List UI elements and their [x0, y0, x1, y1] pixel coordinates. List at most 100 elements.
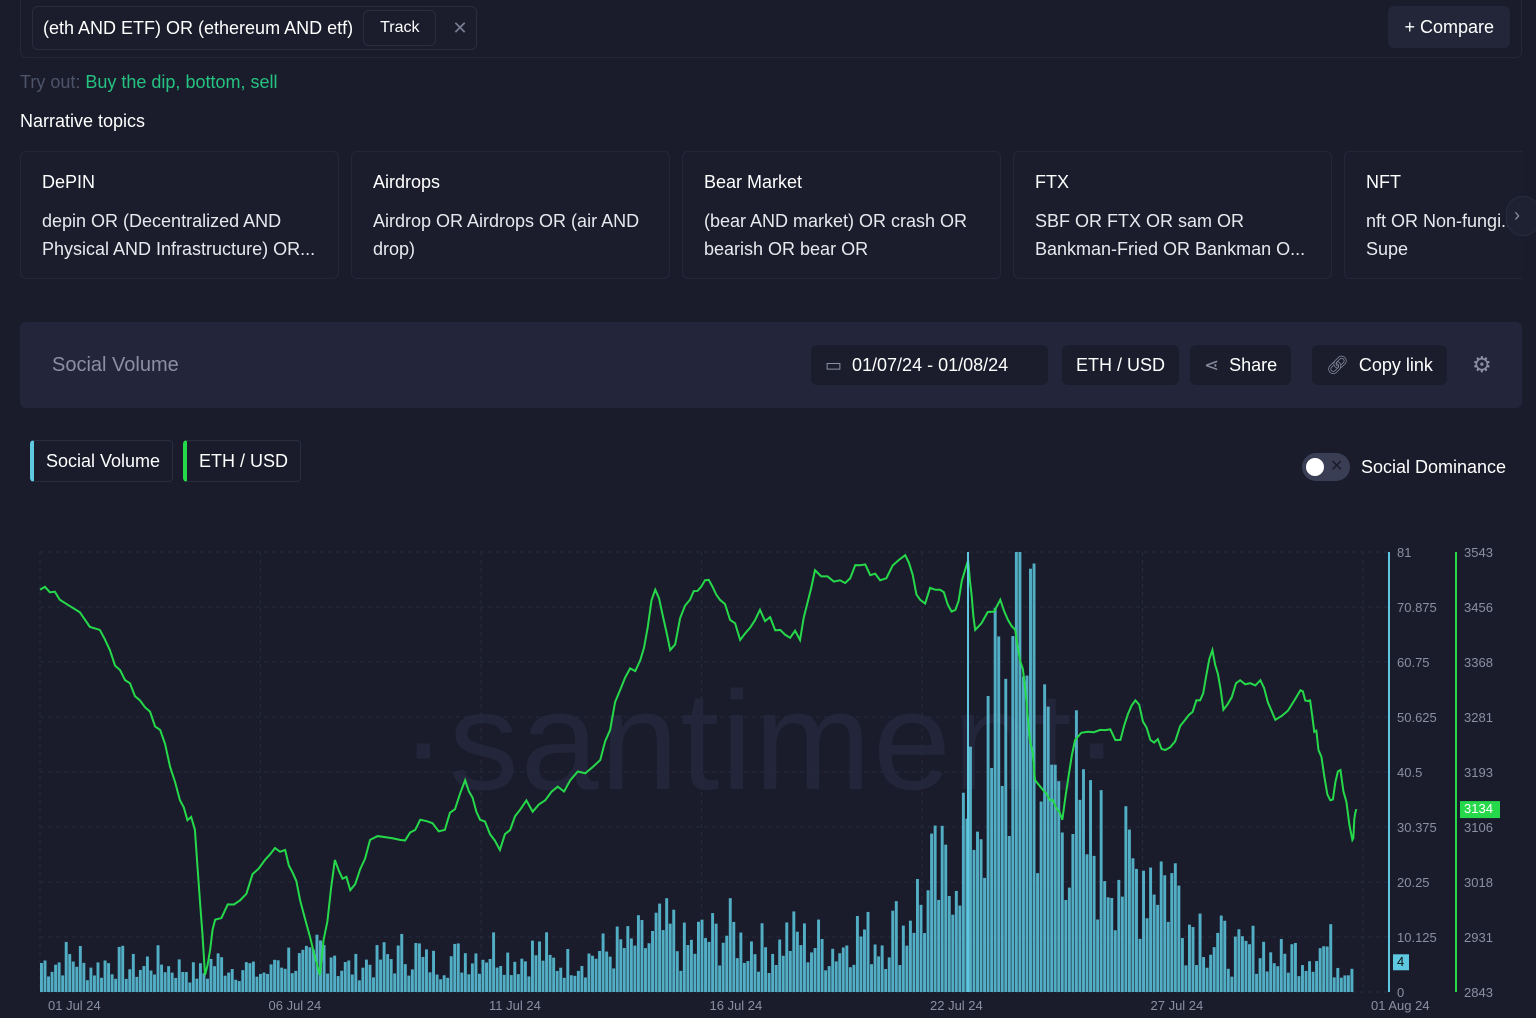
- volume-bar: [142, 966, 146, 992]
- volume-bar: [873, 944, 877, 992]
- volume-bar: [439, 979, 443, 992]
- volume-bar: [1046, 706, 1050, 992]
- volume-bar: [1244, 940, 1248, 992]
- volume-bar: [513, 961, 517, 992]
- volume-bar: [478, 973, 481, 992]
- volume-bar: [725, 935, 729, 992]
- volume-tick: 40.5: [1397, 765, 1423, 780]
- volume-bar: [340, 970, 344, 992]
- volume-bar: [997, 636, 1001, 992]
- volume-bar: [287, 947, 291, 992]
- volume-bar: [534, 955, 538, 992]
- volume-bar: [626, 926, 630, 992]
- volume-bar: [983, 877, 987, 992]
- volume-bar: [1170, 873, 1174, 992]
- volume-bar: [1248, 944, 1251, 992]
- volume-bar: [753, 954, 757, 992]
- volume-bar: [1106, 897, 1110, 992]
- volume-bar: [442, 975, 446, 992]
- volume-bar: [1198, 913, 1202, 992]
- volume-bar: [788, 951, 792, 992]
- volume-bar: [1251, 925, 1255, 992]
- price-tick: 3456: [1464, 600, 1493, 615]
- volume-bar: [40, 963, 43, 992]
- volume-bar: [866, 911, 870, 992]
- volume-bar: [1021, 676, 1025, 992]
- volume-bar: [926, 890, 930, 992]
- volume-bar: [644, 948, 647, 992]
- volume-bar: [163, 972, 167, 992]
- volume-bar: [206, 978, 209, 992]
- volume-bar: [1138, 938, 1142, 992]
- volume-bar: [930, 833, 934, 992]
- volume-bar: [47, 976, 50, 992]
- volume-bar: [764, 947, 768, 992]
- volume-bar: [742, 962, 746, 992]
- volume-bar: [227, 972, 231, 992]
- volume-bar: [661, 930, 665, 992]
- volume-bar: [990, 767, 994, 992]
- volume-bar: [1085, 854, 1089, 992]
- volume-bar: [329, 957, 333, 992]
- volume-bar: [1018, 552, 1022, 992]
- volume-bar: [167, 966, 171, 992]
- volume-bar: [336, 976, 340, 992]
- volume-bar: [993, 607, 997, 992]
- volume-bar: [495, 967, 499, 992]
- volume-bar: [820, 939, 824, 992]
- volume-bar: [767, 972, 771, 992]
- volume-bar: [523, 961, 527, 992]
- volume-bar: [1159, 861, 1163, 992]
- volume-bar: [92, 975, 96, 992]
- volume-bar: [1315, 961, 1319, 992]
- volume-bar: [1103, 881, 1107, 992]
- volume-bar: [785, 922, 789, 992]
- volume-bar: [389, 959, 393, 992]
- volume-bar: [986, 695, 990, 992]
- volume-tick: 81: [1397, 545, 1412, 560]
- volume-bar: [467, 974, 471, 992]
- volume-last-value: 4: [1397, 954, 1405, 970]
- volume-bar: [757, 971, 760, 992]
- volume-bar: [1191, 927, 1195, 992]
- volume-bar: [145, 956, 149, 992]
- volume-bar: [50, 971, 54, 992]
- volume-bar: [1279, 939, 1283, 992]
- volume-bar: [848, 967, 852, 992]
- volume-bar: [375, 945, 379, 992]
- volume-bar: [746, 961, 750, 992]
- volume-tick: 20.25: [1397, 875, 1430, 890]
- volume-bar: [940, 825, 944, 992]
- x-tick: 16 Jul 24: [709, 998, 763, 1013]
- chart[interactable]: [0, 0, 1536, 1018]
- volume-bar: [718, 965, 722, 992]
- volume-bar: [280, 967, 284, 992]
- volume-bar: [1205, 967, 1209, 992]
- volume-bar: [1223, 920, 1227, 992]
- volume-bar: [923, 933, 926, 992]
- volume-bar: [658, 903, 662, 992]
- volume-bar: [633, 945, 637, 992]
- volume-bar: [1350, 968, 1354, 992]
- volume-bar: [64, 941, 68, 992]
- volume-bar: [919, 904, 923, 992]
- volume-bar: [131, 953, 135, 992]
- volume-bar: [1322, 946, 1326, 992]
- volume-bar: [1053, 764, 1057, 992]
- volume-bar: [237, 981, 241, 992]
- volume-bar: [294, 970, 298, 992]
- volume-bar: [566, 949, 570, 992]
- volume-bar: [1226, 968, 1230, 992]
- volume-bar: [432, 950, 436, 992]
- volume-bar: [1131, 858, 1135, 992]
- volume-bar: [446, 977, 450, 992]
- volume-bar: [530, 940, 534, 992]
- volume-bar: [181, 971, 185, 992]
- volume-bar: [1177, 885, 1181, 992]
- volume-bar: [283, 968, 287, 992]
- volume-bar: [668, 923, 672, 992]
- volume-bar: [82, 962, 86, 992]
- volume-bar: [463, 953, 467, 992]
- volume-bar: [1000, 785, 1004, 992]
- volume-bar: [654, 912, 658, 992]
